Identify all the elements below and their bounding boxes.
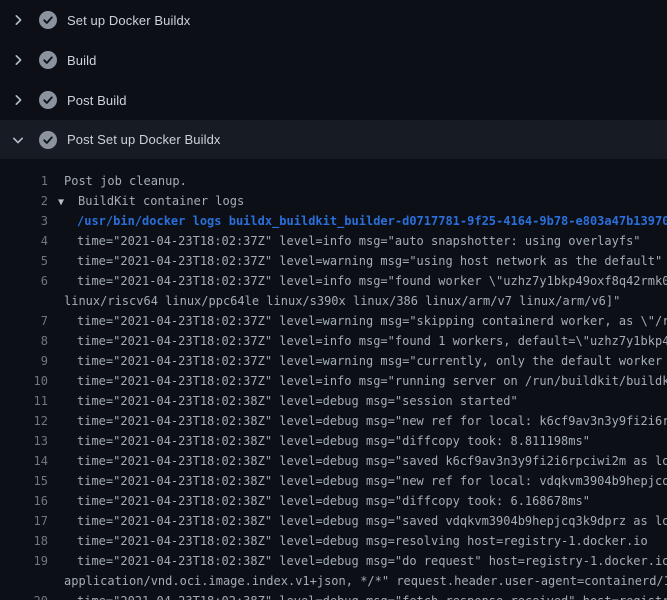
log-line: 9 time="2021-04-23T18:02:37Z" level=warn…	[0, 351, 667, 371]
chevron-down-icon	[12, 134, 24, 146]
steps-list: Set up Docker Buildx Build Post Build Po…	[0, 0, 667, 159]
log-line-text: /usr/bin/docker logs buildx_buildkit_bui…	[48, 211, 667, 231]
log-line-continuation: linux/riscv64 linux/ppc64le linux/s390x …	[0, 291, 667, 311]
log-line-text: time="2021-04-23T18:02:38Z" level=debug …	[48, 431, 590, 451]
log-line-number[interactable]: 12	[0, 411, 48, 431]
log-line-number[interactable]: 1	[0, 171, 48, 191]
log-line: 8 time="2021-04-23T18:02:37Z" level=info…	[0, 331, 667, 351]
log-line-text: application/vnd.oci.image.index.v1+json,…	[48, 571, 667, 591]
log-line-text: time="2021-04-23T18:02:38Z" level=debug …	[48, 471, 667, 491]
log-line-text: time="2021-04-23T18:02:37Z" level=warnin…	[48, 351, 667, 371]
log-line: 10 time="2021-04-23T18:02:37Z" level=inf…	[0, 371, 667, 391]
log-line-number[interactable]: 14	[0, 451, 48, 471]
log-line: 12 time="2021-04-23T18:02:38Z" level=deb…	[0, 411, 667, 431]
log-line-number[interactable]: 15	[0, 471, 48, 491]
log-line-text: linux/riscv64 linux/ppc64le linux/s390x …	[48, 291, 620, 311]
log-line-number[interactable]: 11	[0, 391, 48, 411]
log-line: 3 /usr/bin/docker logs buildx_buildkit_b…	[0, 211, 667, 231]
log-line: 20 time="2021-04-23T18:02:38Z" level=deb…	[0, 591, 667, 600]
step-label: Post Set up Docker Buildx	[67, 132, 221, 147]
log-line: 19 time="2021-04-23T18:02:38Z" level=deb…	[0, 551, 667, 571]
log-line-text: time="2021-04-23T18:02:38Z" level=debug …	[48, 451, 667, 471]
log-line-text: time="2021-04-23T18:02:37Z" level=info m…	[48, 371, 667, 391]
step-success-check-icon	[39, 91, 57, 109]
log-line-number[interactable]: 19	[0, 551, 48, 571]
step-success-check-icon	[39, 51, 57, 69]
step-label: Post Build	[67, 93, 127, 108]
log-line-number[interactable]: 17	[0, 511, 48, 531]
log-line-text: time="2021-04-23T18:02:38Z" level=debug …	[48, 531, 648, 551]
log-line-text: time="2021-04-23T18:02:38Z" level=debug …	[48, 591, 667, 600]
log-line-number[interactable]: 18	[0, 531, 48, 551]
log-line: 5 time="2021-04-23T18:02:37Z" level=warn…	[0, 251, 667, 271]
log-line: 14 time="2021-04-23T18:02:38Z" level=deb…	[0, 451, 667, 471]
step-label: Build	[67, 53, 96, 68]
step-row-set-up-docker-buildx[interactable]: Set up Docker Buildx	[0, 0, 667, 40]
log-line-number[interactable]	[0, 291, 48, 311]
step-success-check-icon	[39, 11, 57, 29]
log-line-number[interactable]: 16	[0, 491, 48, 511]
log-line-text: time="2021-04-23T18:02:38Z" level=debug …	[48, 551, 667, 571]
log-line: 18 time="2021-04-23T18:02:38Z" level=deb…	[0, 531, 667, 551]
log-line: 16 time="2021-04-23T18:02:38Z" level=deb…	[0, 491, 667, 511]
log-line-text: time="2021-04-23T18:02:37Z" level=warnin…	[48, 251, 662, 271]
log-line-text: time="2021-04-23T18:02:37Z" level=info m…	[48, 271, 667, 291]
log-line-text: Post job cleanup.	[48, 171, 187, 191]
log-line-text: time="2021-04-23T18:02:38Z" level=debug …	[48, 411, 667, 431]
log-line-number[interactable]: 13	[0, 431, 48, 451]
log-line: 1 Post job cleanup.	[0, 171, 667, 191]
log-line-number[interactable]: 20	[0, 591, 48, 600]
log-line: 13 time="2021-04-23T18:02:38Z" level=deb…	[0, 431, 667, 451]
log-line-text: time="2021-04-23T18:02:37Z" level=info m…	[48, 331, 667, 351]
log-line-number[interactable]: 8	[0, 331, 48, 351]
log-line-number[interactable]: 7	[0, 311, 48, 331]
step-row-build[interactable]: Build	[0, 40, 667, 80]
log-line: 11 time="2021-04-23T18:02:38Z" level=deb…	[0, 391, 667, 411]
log-line: 17 time="2021-04-23T18:02:38Z" level=deb…	[0, 511, 667, 531]
log-line-number[interactable]: 9	[0, 351, 48, 371]
log-line-text: time="2021-04-23T18:02:37Z" level=info m…	[48, 231, 641, 251]
log-line: 2 ▼BuildKit container logs	[0, 191, 667, 211]
log-line: 7 time="2021-04-23T18:02:37Z" level=warn…	[0, 311, 667, 331]
log-line-number[interactable]: 3	[0, 211, 48, 231]
step-row-post-build[interactable]: Post Build	[0, 80, 667, 120]
log-line-text: time="2021-04-23T18:02:38Z" level=debug …	[48, 511, 667, 531]
chevron-right-icon	[12, 54, 24, 66]
log-line-number[interactable]: 4	[0, 231, 48, 251]
log-line-text: time="2021-04-23T18:02:37Z" level=warnin…	[48, 311, 667, 331]
log-line-text: ▼BuildKit container logs	[48, 191, 244, 211]
log-line: 4 time="2021-04-23T18:02:37Z" level=info…	[0, 231, 667, 251]
log-line-number[interactable]: 10	[0, 371, 48, 391]
log-line-number[interactable]: 2	[0, 191, 48, 211]
collapse-group-triangle-icon[interactable]: ▼	[58, 193, 78, 213]
log-line-text: time="2021-04-23T18:02:38Z" level=debug …	[48, 391, 518, 411]
job-log-viewer: Set up Docker Buildx Build Post Build Po…	[0, 0, 667, 600]
chevron-right-icon	[12, 94, 24, 106]
log-line: 15 time="2021-04-23T18:02:38Z" level=deb…	[0, 471, 667, 491]
log-line-number[interactable]: 5	[0, 251, 48, 271]
log-line-number[interactable]: 6	[0, 271, 48, 291]
log-line-text: time="2021-04-23T18:02:38Z" level=debug …	[48, 491, 590, 511]
log-line-number[interactable]	[0, 571, 48, 591]
chevron-right-icon	[12, 14, 24, 26]
log-area: 1 Post job cleanup. 2 ▼BuildKit containe…	[0, 159, 667, 600]
step-row-post-set-up-docker-buildx[interactable]: Post Set up Docker Buildx	[0, 120, 667, 159]
step-label: Set up Docker Buildx	[67, 13, 190, 28]
step-success-check-icon	[39, 131, 57, 149]
log-line: 6 time="2021-04-23T18:02:37Z" level=info…	[0, 271, 667, 291]
log-line-continuation: application/vnd.oci.image.index.v1+json,…	[0, 571, 667, 591]
